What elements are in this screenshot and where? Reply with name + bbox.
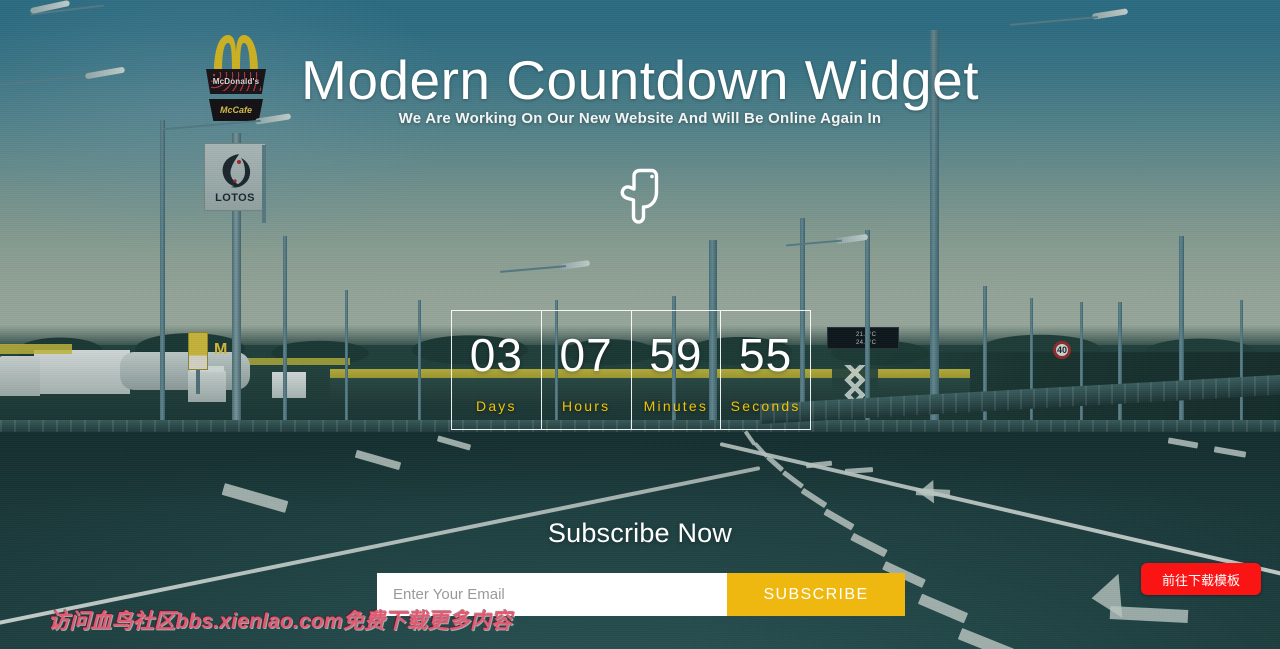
page-content: Modern Countdown Widget We Are Working O… (0, 0, 1280, 649)
page-subtitle: We Are Working On Our New Website And Wi… (398, 110, 882, 127)
countdown-label-days: Days (476, 398, 517, 414)
site-watermark: 访问血鸟社区bbs.xienlao.com免费下载更多内容 (48, 610, 513, 633)
hand-pointing-down-icon (620, 168, 659, 224)
countdown-label-seconds: Seconds (730, 398, 801, 414)
countdown-timer: 03 Days 07 Hours 59 Minutes 55 Seconds (451, 310, 811, 430)
countdown-value-seconds: 55 (739, 329, 793, 381)
countdown-value-days: 03 (469, 329, 523, 381)
subscribe-button[interactable]: SUBSCRIBE (727, 573, 905, 616)
countdown-value-hours: 07 (559, 329, 613, 381)
countdown-unit-hours: 07 Hours (542, 311, 632, 429)
countdown-label-hours: Hours (561, 398, 611, 414)
countdown-unit-days: 03 Days (452, 311, 542, 429)
countdown-unit-seconds: 55 Seconds (721, 311, 810, 429)
countdown-landing-page: 21.0°C 24.6°C 40 M (0, 0, 1280, 649)
countdown-unit-minutes: 59 Minutes (632, 311, 722, 429)
countdown-value-minutes: 59 (649, 329, 703, 381)
subscribe-heading: Subscribe Now (547, 518, 733, 548)
countdown-label-minutes: Minutes (643, 398, 709, 414)
download-template-button[interactable]: 前往下载模板 (1141, 563, 1261, 595)
page-title: Modern Countdown Widget (301, 49, 979, 111)
